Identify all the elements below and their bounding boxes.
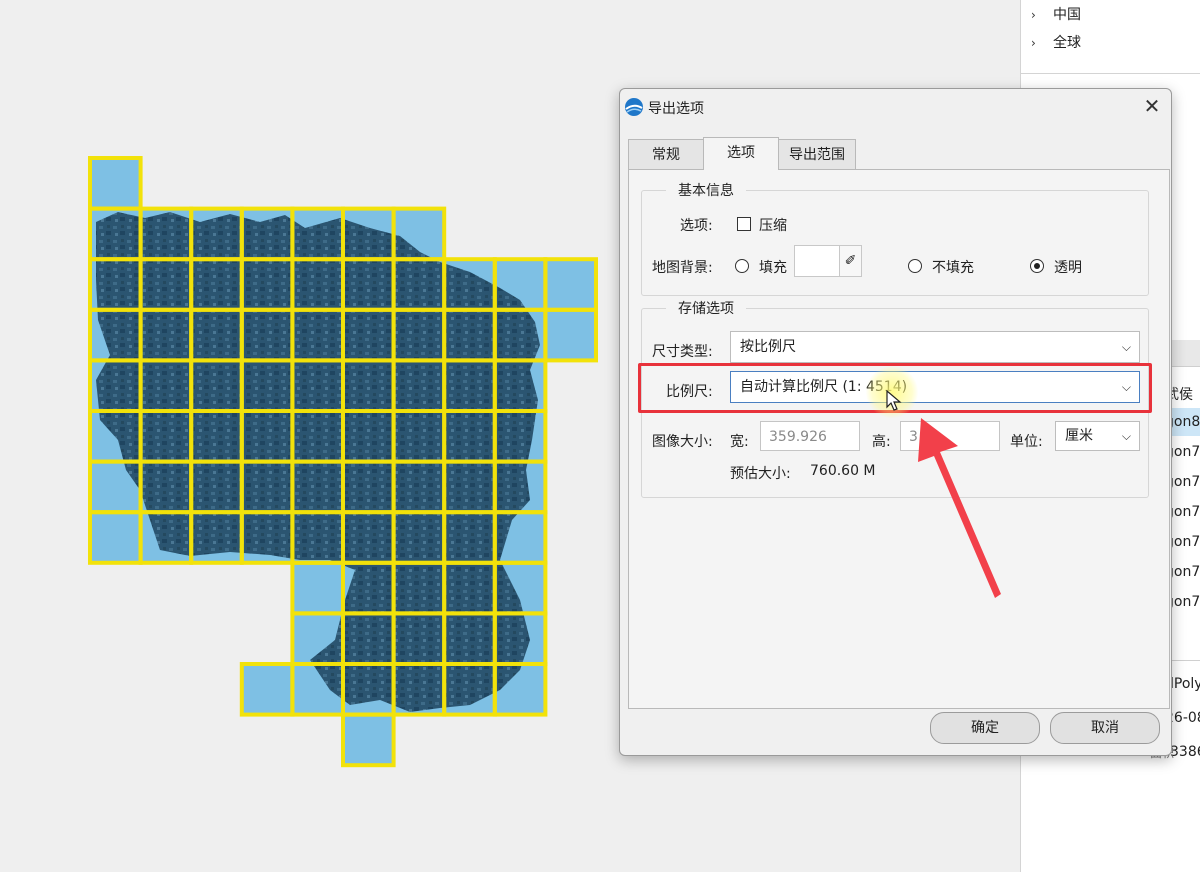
tab-label: 导出范围 [789,147,845,163]
options-label: 选项: [680,218,713,234]
tile-cell [90,158,141,209]
options-tab-panel: 基本信息 选项: 压缩 地图背景: 填充 ✐ 不填充 透明 存储选项 尺寸类型:… [628,169,1170,709]
fill-radio[interactable] [735,259,749,273]
tile-cell [343,714,394,766]
chevron-down-icon[interactable]: ⌵ [1122,422,1131,450]
eyedropper-icon[interactable]: ✐ [840,245,862,277]
estimate-label: 预估大小: [730,466,791,482]
fill-color-swatch[interactable] [794,245,840,277]
size-type-select[interactable]: 按比例尺 ⌵ [730,331,1140,363]
group-title: 基本信息 [666,180,746,200]
width-label: 宽: [730,434,749,450]
chevron-right-icon[interactable]: › [1031,4,1045,26]
cancel-button[interactable]: 取消 [1050,712,1160,744]
tile-cell [241,664,293,715]
tab-export-range[interactable]: 导出范围 [778,139,856,170]
property-header [1171,340,1200,367]
tile-cell [545,309,596,361]
dialog-title: 导出选项 [648,101,704,117]
property-value: 3386.20 [1170,744,1200,760]
tree-node-label: 全球 [1053,35,1081,51]
export-options-dialog: 导出选项 ✕ 常规 选项 导出范围 基本信息 选项: 压缩 地图背景: 填充 ✐… [619,88,1172,756]
tab-options[interactable]: 选项 [703,137,779,170]
width-value: 359.926 [769,429,827,445]
height-value: 3 [909,429,918,445]
tile-cell [292,562,343,614]
compress-checkbox[interactable] [737,217,751,231]
height-field[interactable]: 3 [900,421,1000,451]
image-size-label: 图像大小: [652,434,713,450]
transparent-radio[interactable] [1030,259,1044,273]
close-icon[interactable]: ✕ [1144,94,1161,118]
ok-button[interactable]: 确定 [930,712,1040,744]
fill-label: 填充 [759,260,787,276]
ok-label: 确定 [971,720,999,736]
dialog-titlebar[interactable]: 导出选项 ✕ [620,89,1171,125]
tree-node-china[interactable]: › 中国 [1031,4,1081,26]
no-fill-label: 不填充 [932,260,974,276]
height-label: 高: [872,434,891,450]
chevron-down-icon[interactable]: ⌵ [1122,332,1131,362]
map-background-label: 地图背景: [652,260,713,276]
unit-select[interactable]: 厘米 ⌵ [1055,421,1140,451]
app-logo-icon [625,98,643,116]
mouse-pointer-icon [886,390,902,411]
tile-cell [545,259,596,310]
tree-node-global[interactable]: › 全球 [1031,32,1081,54]
estimate-value: 760.60 M [810,463,876,479]
size-type-value: 按比例尺 [740,339,796,355]
size-type-label: 尺寸类型: [652,344,713,360]
basic-info-group: 基本信息 选项: 压缩 地图背景: 填充 ✐ 不填充 透明 [641,180,1149,296]
width-field[interactable]: 359.926 [760,421,860,451]
no-fill-radio[interactable] [908,259,922,273]
close-button[interactable]: ✕ [1141,96,1163,118]
group-title: 存储选项 [666,298,746,318]
tile-cell [90,512,141,563]
compress-label: 压缩 [759,218,787,234]
tab-label: 选项 [727,145,755,161]
tab-general[interactable]: 常规 [628,139,704,170]
unit-value: 厘米 [1065,428,1093,444]
chevron-right-icon[interactable]: › [1031,32,1045,54]
cancel-label: 取消 [1091,720,1119,736]
panel-divider [1021,73,1200,74]
transparent-label: 透明 [1054,260,1082,276]
tree-node-label: 中国 [1053,7,1081,23]
unit-label: 单位: [1010,434,1043,450]
tab-label: 常规 [652,147,680,163]
